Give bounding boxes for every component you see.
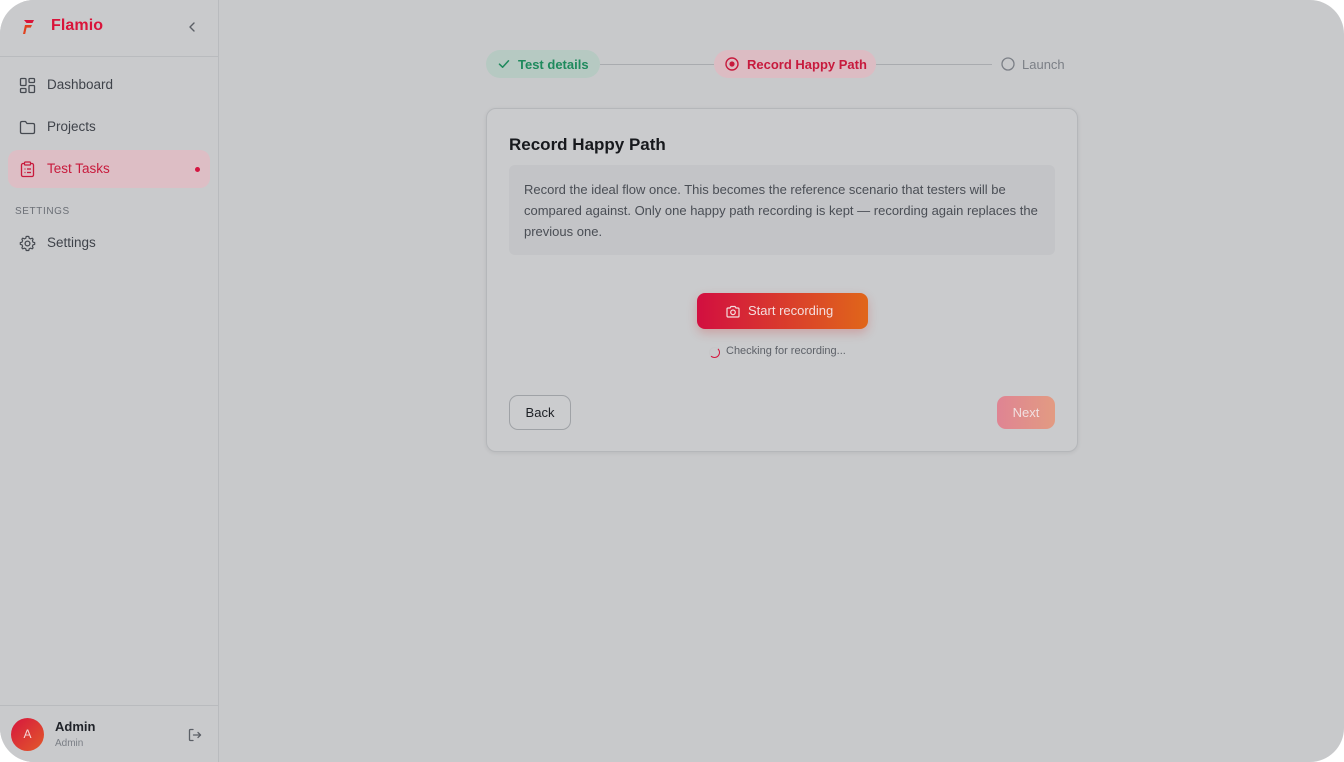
info-text: Record the ideal flow once. This becomes… (524, 182, 1038, 239)
card-title: Record Happy Path (509, 135, 666, 154)
flamio-logo-icon (23, 20, 34, 34)
stepper-connector (600, 64, 714, 65)
camera-icon (726, 305, 740, 318)
sidebar-item-projects[interactable]: Projects (8, 108, 210, 146)
dashboard-icon (19, 77, 36, 94)
sidebar-item-settings[interactable]: Settings (8, 224, 210, 262)
section-label-settings: SETTINGS (15, 206, 70, 217)
info-box: Record the ideal flow once. This becomes… (509, 165, 1055, 255)
brand-header: Flamio (0, 0, 218, 57)
sidebar-item-label: Settings (47, 235, 96, 250)
brand-name: Flamio (51, 17, 104, 34)
user-role: Admin (55, 738, 84, 749)
gear-icon (19, 235, 36, 252)
sidebar-item-test-tasks[interactable]: Test Tasks (8, 150, 210, 188)
step-label: Test details (518, 57, 589, 72)
radio-target-icon (725, 57, 739, 71)
circle-icon (1001, 57, 1015, 71)
stepper-connector (876, 64, 992, 65)
step-label: Launch (1022, 57, 1065, 72)
check-icon (498, 60, 510, 68)
user-name: Admin (55, 719, 96, 734)
avatar[interactable]: A (11, 718, 44, 751)
active-indicator-dot (195, 167, 200, 172)
app-window: Flamio Dashboard Projects Test Tasks SET… (0, 0, 1344, 762)
step-label: Record Happy Path (747, 57, 867, 72)
sidebar-item-dashboard[interactable]: Dashboard (8, 66, 210, 104)
start-recording-label: Start recording (748, 303, 834, 318)
start-recording-button[interactable]: Start recording (697, 293, 868, 329)
record-card: Record Happy Path Record the ideal flow … (486, 108, 1078, 452)
spinner-icon (709, 347, 720, 358)
sidebar-item-label: Projects (47, 119, 96, 134)
chevron-left-icon[interactable] (184, 19, 200, 35)
back-button[interactable]: Back (509, 395, 571, 430)
sidebar-item-label: Dashboard (47, 77, 114, 92)
sidebar-item-label: Test Tasks (47, 161, 110, 176)
folder-icon (19, 120, 36, 135)
step-test-details[interactable]: Test details (486, 50, 600, 78)
step-launch[interactable]: Launch (996, 50, 1076, 78)
user-profile: A Admin Admin (0, 705, 218, 762)
logout-icon[interactable] (187, 727, 203, 743)
sidebar: Flamio Dashboard Projects Test Tasks SET… (0, 0, 219, 762)
status-text: Checking for recording... (726, 345, 846, 357)
step-record-happy-path[interactable]: Record Happy Path (714, 50, 876, 78)
clipboard-icon (20, 161, 35, 178)
next-button[interactable]: Next (997, 396, 1055, 429)
